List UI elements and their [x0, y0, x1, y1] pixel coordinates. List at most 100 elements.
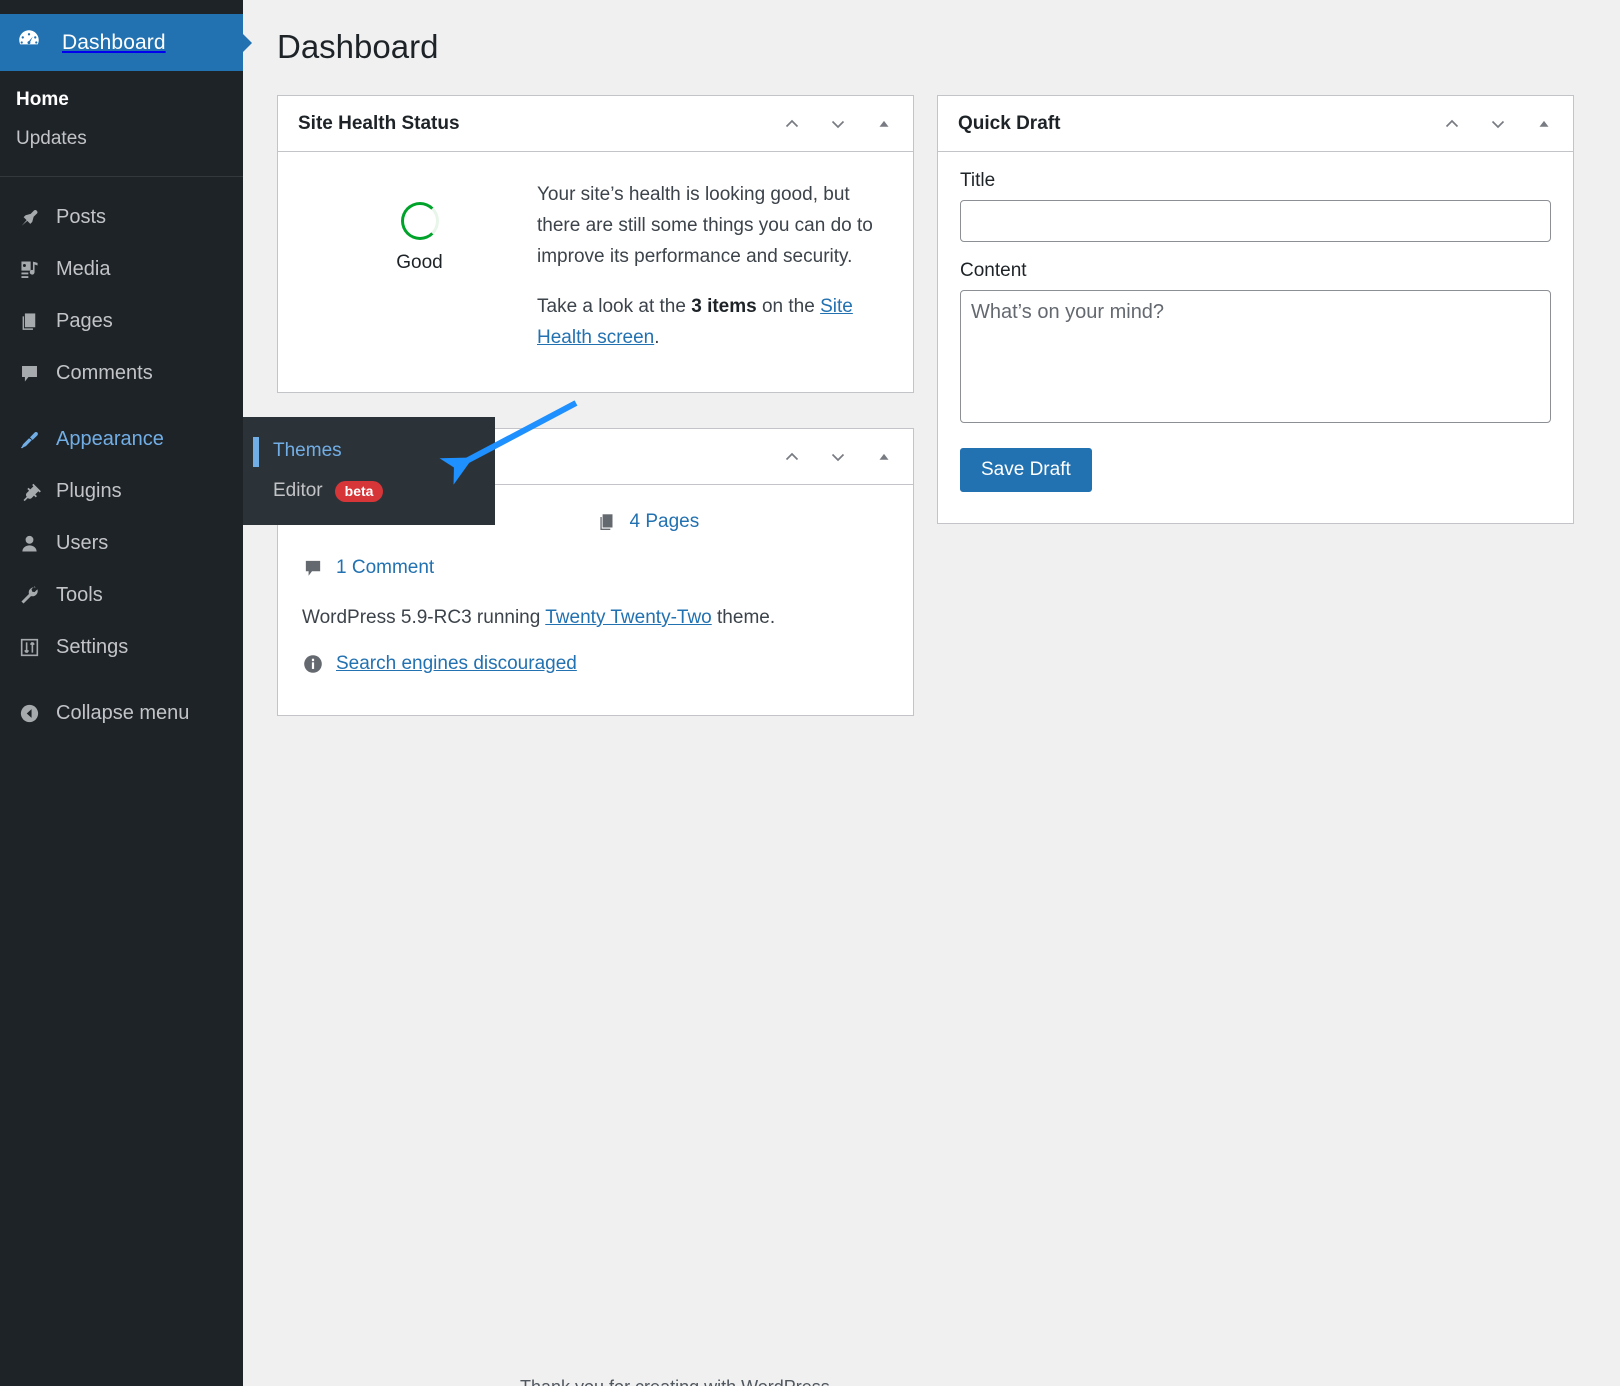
page-title: Dashboard: [277, 28, 439, 65]
health-status-label: Good: [396, 252, 443, 273]
save-draft-button[interactable]: Save Draft: [960, 448, 1092, 492]
health-description: Your site’s health is looking good, but …: [537, 184, 873, 267]
flyout-themes-link[interactable]: Themes: [273, 440, 342, 462]
move-up-icon[interactable]: [1433, 105, 1471, 143]
draft-content-textarea[interactable]: [960, 290, 1551, 423]
dashboard-gauge-icon: [16, 27, 42, 58]
panel-controls: [1433, 96, 1563, 151]
sidebar-item-collapse-menu-label: Collapse menu: [56, 701, 190, 724]
flyout-item-editor[interactable]: Editor beta: [243, 471, 495, 511]
flyout-item-themes[interactable]: Themes: [243, 431, 495, 471]
sidebar-item-posts-label: Posts: [56, 205, 107, 228]
pages-icon: [596, 511, 630, 533]
glance-pages-link[interactable]: 4 Pages: [630, 511, 700, 533]
sidebar-subitem-updates[interactable]: Updates: [0, 120, 243, 159]
sidebar-item-tools[interactable]: Tools: [0, 569, 243, 621]
sidebar-item-dashboard[interactable]: Dashboard: [0, 14, 252, 71]
sidebar-item-tools-label: Tools: [56, 583, 103, 606]
glance-stat-empty: [596, 545, 890, 591]
glance-comments-link[interactable]: 1 Comment: [336, 557, 434, 579]
sidebar-item-dashboard-label: Dashboard: [62, 30, 166, 54]
footer-text: Thank you for creating with WordPress.: [520, 1377, 835, 1386]
sidebar-item-plugins[interactable]: Plugins: [0, 465, 243, 517]
sidebar-item-users[interactable]: Users: [0, 517, 243, 569]
move-up-icon[interactable]: [773, 438, 811, 476]
sidebar-item-plugins-label: Plugins: [56, 479, 122, 502]
panel-header: Site Health Status: [278, 96, 913, 152]
move-down-icon[interactable]: [1479, 105, 1517, 143]
active-indicator-bar: [253, 437, 259, 467]
version-prefix: WordPress 5.9-RC3 running: [302, 607, 546, 628]
field-gap: [960, 242, 1551, 260]
move-down-icon[interactable]: [819, 105, 857, 143]
sidebar-item-appearance[interactable]: Appearance: [0, 413, 252, 465]
wordpress-admin-screen: Dashboard Home Updates Posts Media Pages…: [0, 0, 1620, 1386]
site-health-body: Good Your site’s health is looking good,…: [278, 152, 913, 364]
flyout-editor-link[interactable]: Editor: [273, 480, 323, 502]
sidebar-item-settings-label: Settings: [56, 635, 129, 658]
sidebar-subitem-home[interactable]: Home: [0, 81, 243, 120]
panel-controls: [773, 96, 903, 151]
move-down-icon[interactable]: [819, 438, 857, 476]
appearance-flyout-submenu: Themes Editor beta: [243, 417, 495, 525]
site-health-gauge: Good: [302, 178, 537, 354]
version-suffix: theme.: [711, 607, 776, 628]
save-draft-row: Save Draft: [960, 428, 1551, 492]
toggle-panel-icon[interactable]: [865, 438, 903, 476]
wrench-icon: [12, 584, 46, 607]
admin-content-area: Dashboard Site Health Status Good Your s…: [243, 0, 1620, 1386]
search-engines-discouraged-link[interactable]: Search engines discouraged: [336, 653, 577, 675]
on-the-text: on the: [756, 296, 821, 318]
period-text: .: [654, 327, 660, 349]
sidebar-item-posts[interactable]: Posts: [0, 191, 243, 243]
toggle-panel-icon[interactable]: [865, 105, 903, 143]
user-icon: [12, 532, 46, 555]
comment-bubble-icon: [12, 362, 46, 385]
sliders-icon: [12, 636, 46, 659]
draft-title-input[interactable]: [960, 200, 1551, 242]
sidebar-item-pages-label: Pages: [56, 309, 113, 332]
glance-stat-pages[interactable]: 4 Pages: [596, 499, 890, 545]
health-ring-icon: [400, 202, 439, 240]
glance-stat-comments[interactable]: 1 Comment: [302, 545, 596, 591]
quick-draft-body: Title Content Save Draft: [938, 152, 1573, 514]
plug-icon: [12, 480, 46, 503]
sidebar-item-pages[interactable]: Pages: [0, 295, 243, 347]
pin-icon: [12, 206, 46, 229]
sidebar-item-settings[interactable]: Settings: [0, 621, 243, 673]
move-up-icon[interactable]: [773, 105, 811, 143]
panel-quick-draft: Quick Draft Title Content What’s on your…: [937, 95, 1574, 524]
sidebar-item-media[interactable]: Media: [0, 243, 243, 295]
theme-link[interactable]: Twenty Twenty-Two: [545, 607, 712, 628]
content-field-label: Content: [960, 260, 1027, 281]
wordpress-version-note: WordPress 5.9-RC3 running Twenty Twenty-…: [302, 607, 889, 629]
title-field-label: Title: [960, 170, 996, 191]
paintbrush-icon: [12, 428, 46, 451]
collapse-arrow-icon: [12, 702, 46, 725]
take-a-look-text: Take a look at the: [537, 296, 692, 318]
sidebar-item-appearance-label: Appearance: [56, 427, 164, 450]
beta-badge: beta: [334, 480, 384, 502]
comment-bubble-icon: [302, 557, 336, 579]
panel-title: Quick Draft: [958, 112, 1061, 134]
sidebar-top-strip: [0, 0, 243, 14]
panel-site-health-status: Site Health Status Good Your site’s heal…: [277, 95, 914, 393]
site-health-text: Your site’s health is looking good, but …: [537, 178, 889, 354]
dashboard-flyout-notch: [242, 32, 252, 53]
sidebar-item-collapse-menu[interactable]: Collapse menu: [0, 687, 243, 739]
toggle-panel-icon[interactable]: [1525, 105, 1563, 143]
media-icon: [12, 258, 46, 281]
sidebar-item-comments[interactable]: Comments: [0, 347, 243, 399]
sidebar-item-users-label: Users: [56, 531, 109, 554]
admin-footer: Thank you for creating with WordPress.: [520, 1377, 835, 1386]
sidebar-item-media-label: Media: [56, 257, 111, 280]
items-count: 3 items: [691, 296, 757, 318]
health-items-line: Take a look at the 3 items on the Site H…: [537, 292, 889, 354]
dashboard-submenu: Home Updates: [0, 71, 243, 176]
pages-icon: [12, 310, 46, 333]
admin-sidebar: Dashboard Home Updates Posts Media Pages…: [0, 0, 252, 1386]
panel-title: Site Health Status: [298, 112, 460, 134]
